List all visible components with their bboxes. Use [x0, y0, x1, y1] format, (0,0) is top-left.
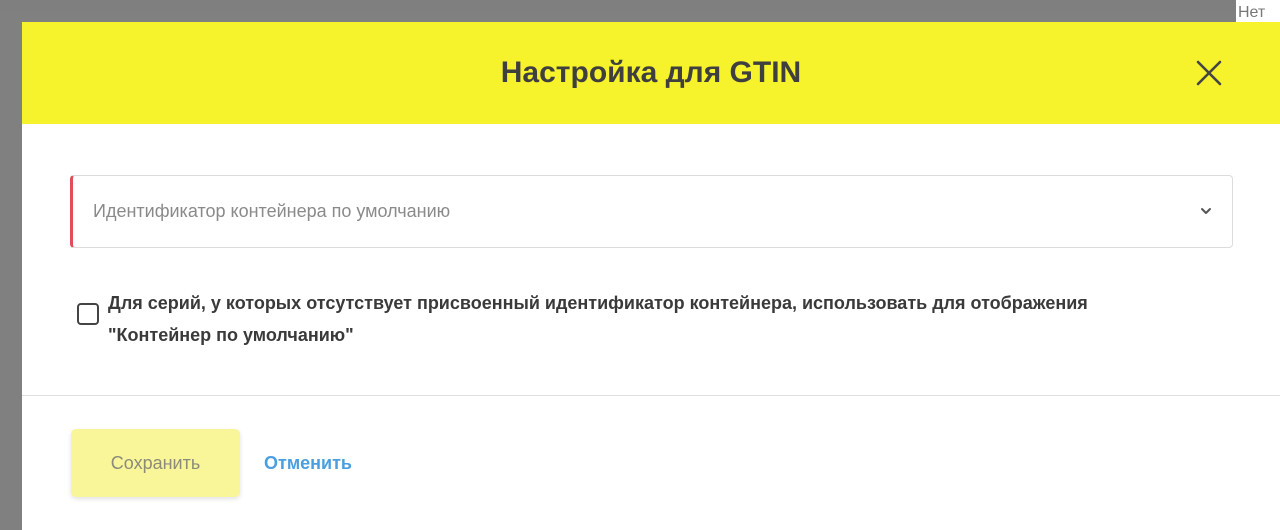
default-container-checkbox-label[interactable]: Для серий, у которых отсутствует присвое…	[108, 287, 1188, 351]
gtin-settings-dialog: Настройка для GTIN Идентификатор контейн…	[22, 22, 1280, 530]
close-button[interactable]	[1192, 56, 1226, 90]
default-container-option: Для серий, у которых отсутствует присвое…	[77, 285, 1227, 355]
chevron-down-icon	[1201, 208, 1211, 214]
default-container-checkbox[interactable]	[77, 303, 99, 325]
default-container-select[interactable]: Идентификатор контейнера по умолчанию	[70, 175, 1233, 248]
save-button[interactable]: Сохранить	[71, 429, 240, 497]
select-placeholder: Идентификатор контейнера по умолчанию	[93, 201, 451, 221]
background-text: Нет	[1238, 4, 1266, 21]
footer-divider	[22, 395, 1280, 396]
cancel-button[interactable]: Отменить	[264, 429, 352, 497]
close-icon	[1196, 60, 1222, 86]
modal-backdrop	[0, 0, 1280, 12]
background-page-fragment: Нет	[1236, 0, 1280, 22]
dialog-header: Настройка для GTIN	[22, 22, 1280, 124]
dialog-title: Настройка для GTIN	[500, 56, 802, 89]
